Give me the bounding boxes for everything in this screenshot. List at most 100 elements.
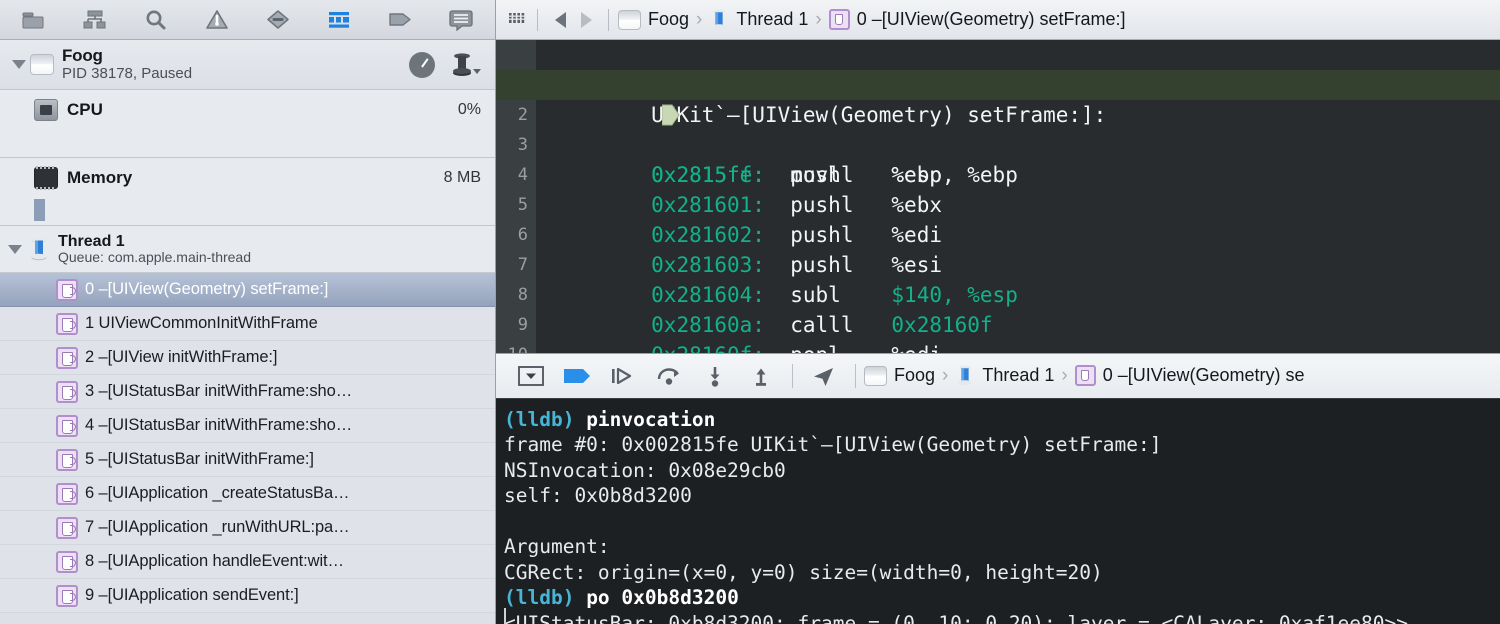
table-row[interactable]: 4 –[UIStatusBar initWithFrame:sho… bbox=[0, 409, 495, 443]
divider bbox=[537, 8, 538, 31]
console-line: self: 0x0b8d3200 bbox=[504, 484, 692, 508]
code-line: 10 0x281610: xorb %al, %al bbox=[496, 310, 1500, 353]
table-row[interactable]: 0 –[UIView(Geometry) setFrame:] bbox=[0, 273, 495, 307]
divider bbox=[608, 8, 609, 31]
table-row[interactable]: 6 –[UIApplication _createStatusBa… bbox=[0, 477, 495, 511]
stack-frame-icon bbox=[56, 448, 78, 471]
stack-frame-icon bbox=[56, 550, 78, 573]
console-line: Argument: bbox=[504, 535, 610, 559]
memory-gauge-row[interactable]: Memory 8 MB bbox=[0, 158, 495, 226]
table-row[interactable]: 7 –[UIApplication _runWithURL:pa… bbox=[0, 511, 495, 545]
memory-bar bbox=[34, 199, 45, 221]
stack-frame-icon bbox=[56, 312, 78, 335]
step-out-button[interactable] bbox=[738, 356, 784, 396]
stack-frame-icon bbox=[1074, 365, 1096, 387]
editor-and-debug-area: Foog › Thread 1 › 0 –[UIView(Geometry) s… bbox=[496, 0, 1500, 624]
search-navigator-icon[interactable] bbox=[126, 1, 187, 39]
issue-navigator-icon[interactable] bbox=[187, 1, 248, 39]
simulate-location-button[interactable] bbox=[801, 356, 847, 396]
stack-frame-icon bbox=[56, 482, 78, 505]
stack-frame-icon bbox=[56, 516, 78, 539]
stack-frame-icon bbox=[56, 584, 78, 607]
step-into-button[interactable] bbox=[692, 356, 738, 396]
breadcrumb: Foog › Thread 1 › 0 –[UIView(Geometry) s… bbox=[618, 9, 1125, 31]
related-items-icon[interactable] bbox=[506, 9, 528, 31]
process-actions bbox=[409, 51, 495, 78]
thread-row[interactable]: Thread 1 Queue: com.apple.main-thread bbox=[0, 226, 495, 273]
step-over-button[interactable] bbox=[646, 356, 692, 396]
chevron-right-icon: › bbox=[942, 364, 949, 386]
breadcrumb-item-frame[interactable]: 0 –[UIView(Geometry) setFrame:] bbox=[857, 9, 1126, 30]
thread-name: Thread 1 bbox=[58, 232, 125, 250]
cpu-value: 0% bbox=[457, 101, 481, 118]
lldb-prompt: (lldb) bbox=[504, 586, 575, 610]
cpu-graph bbox=[34, 129, 485, 153]
thread-disclosure-triangle[interactable] bbox=[8, 244, 22, 254]
console-caret bbox=[504, 608, 506, 624]
thread-filter-button[interactable] bbox=[449, 52, 481, 78]
code-line: 6 0x281603: pushl %esi bbox=[496, 190, 1500, 277]
debug-breadcrumb-item-process[interactable]: Foog bbox=[894, 365, 935, 386]
frame-label: 0 –[UIView(Geometry) setFrame:] bbox=[85, 280, 329, 298]
breadcrumb-item-process[interactable]: Foog bbox=[648, 9, 689, 30]
frame-label: 7 –[UIApplication _runWithURL:pa… bbox=[85, 518, 350, 536]
stack-frame-icon bbox=[56, 278, 78, 301]
debug-breadcrumb-item-frame[interactable]: 0 –[UIView(Geometry) se bbox=[1103, 365, 1305, 386]
lldb-prompt: (lldb) bbox=[504, 407, 575, 431]
console-line: NSInvocation: 0x08e29cb0 bbox=[504, 458, 786, 482]
chevron-right-icon: › bbox=[1061, 364, 1068, 386]
continue-button[interactable] bbox=[600, 356, 646, 396]
code-line: 3 0x2815ff: movl %esp, %ebp bbox=[496, 100, 1500, 187]
debug-breadcrumb-item-thread[interactable]: Thread 1 bbox=[982, 365, 1054, 386]
memory-label: Memory bbox=[67, 168, 133, 187]
gauge-meter-icon[interactable] bbox=[409, 51, 435, 78]
table-row[interactable]: 8 –[UIApplication handleEvent:wit… bbox=[0, 545, 495, 579]
divider bbox=[855, 363, 856, 388]
xcode-debug-window: Foog PID 38178, Paused CPU 0% Memory 8 M… bbox=[0, 0, 1500, 624]
cpu-gauge-row[interactable]: CPU 0% bbox=[0, 90, 495, 158]
cpu-icon bbox=[34, 99, 58, 121]
console-output[interactable]: (lldb) pinvocation frame #0: 0x002815fe … bbox=[496, 398, 1500, 624]
thread-queue: Queue: com.apple.main-thread bbox=[58, 249, 251, 266]
breakpoint-navigator-icon[interactable] bbox=[248, 1, 309, 39]
back-button[interactable] bbox=[547, 7, 573, 33]
table-row[interactable]: 1 UIViewCommonInitWithFrame bbox=[0, 307, 495, 341]
frame-label: 9 –[UIApplication sendEvent:] bbox=[85, 586, 299, 604]
debug-navigator-icon[interactable] bbox=[308, 1, 369, 39]
program-counter-icon bbox=[536, 74, 681, 126]
deactivate-breakpoints-button[interactable] bbox=[554, 356, 600, 396]
frame-label: 8 –[UIApplication handleEvent:wit… bbox=[85, 552, 344, 570]
project-navigator-icon[interactable] bbox=[4, 1, 65, 39]
code-line: 4 0x281601: pushl %ebx bbox=[496, 130, 1500, 217]
frame-label: 4 –[UIStatusBar initWithFrame:sho… bbox=[85, 416, 353, 434]
hide-debug-area-button[interactable] bbox=[508, 356, 554, 396]
disassembly-view[interactable]: 1 UIKit`–[UIView(Geometry) setFrame:]: 2… bbox=[496, 40, 1500, 353]
console-command: pinvocation bbox=[574, 407, 716, 431]
table-row[interactable]: 5 –[UIStatusBar initWithFrame:] bbox=[0, 443, 495, 477]
thread-spool-icon bbox=[31, 237, 47, 261]
code-line: 1 UIKit`–[UIView(Geometry) setFrame:]: bbox=[496, 40, 1500, 127]
divider bbox=[792, 363, 793, 388]
symbol-navigator-icon[interactable] bbox=[65, 1, 126, 39]
stack-frame-icon bbox=[56, 380, 78, 403]
code-line-current: 2 0x2815fe: pushl %ebp bbox=[496, 70, 1500, 187]
console-line: <UIStatusBar: 0xb8d3200; frame = (0 –10;… bbox=[504, 611, 1408, 624]
forward-button[interactable] bbox=[573, 7, 599, 33]
debug-breadcrumb: Foog › Thread 1 › 0 –[UIView(Geometry) s… bbox=[864, 365, 1304, 387]
memory-icon bbox=[34, 166, 58, 190]
memory-value: 8 MB bbox=[443, 169, 481, 186]
code-line: 9 0x28160f: popl %edi bbox=[496, 280, 1500, 353]
frame-label: 6 –[UIApplication _createStatusBa… bbox=[85, 484, 350, 502]
breadcrumb-item-thread[interactable]: Thread 1 bbox=[736, 9, 808, 30]
test-navigator-icon[interactable] bbox=[369, 1, 430, 39]
table-row[interactable]: 3 –[UIStatusBar initWithFrame:sho… bbox=[0, 375, 495, 409]
process-row[interactable]: Foog PID 38178, Paused bbox=[0, 40, 495, 90]
table-row[interactable]: 9 –[UIApplication sendEvent:] bbox=[0, 579, 495, 613]
log-navigator-icon[interactable] bbox=[430, 1, 491, 39]
thread-spool-icon bbox=[709, 9, 729, 31]
frame-label: 2 –[UIView initWithFrame:] bbox=[85, 348, 278, 366]
thread-spool-icon bbox=[955, 365, 975, 387]
table-row[interactable]: 2 –[UIView initWithFrame:] bbox=[0, 341, 495, 375]
console-command: po 0x0b8d3200 bbox=[574, 586, 739, 610]
process-disclosure-triangle[interactable] bbox=[8, 60, 30, 69]
